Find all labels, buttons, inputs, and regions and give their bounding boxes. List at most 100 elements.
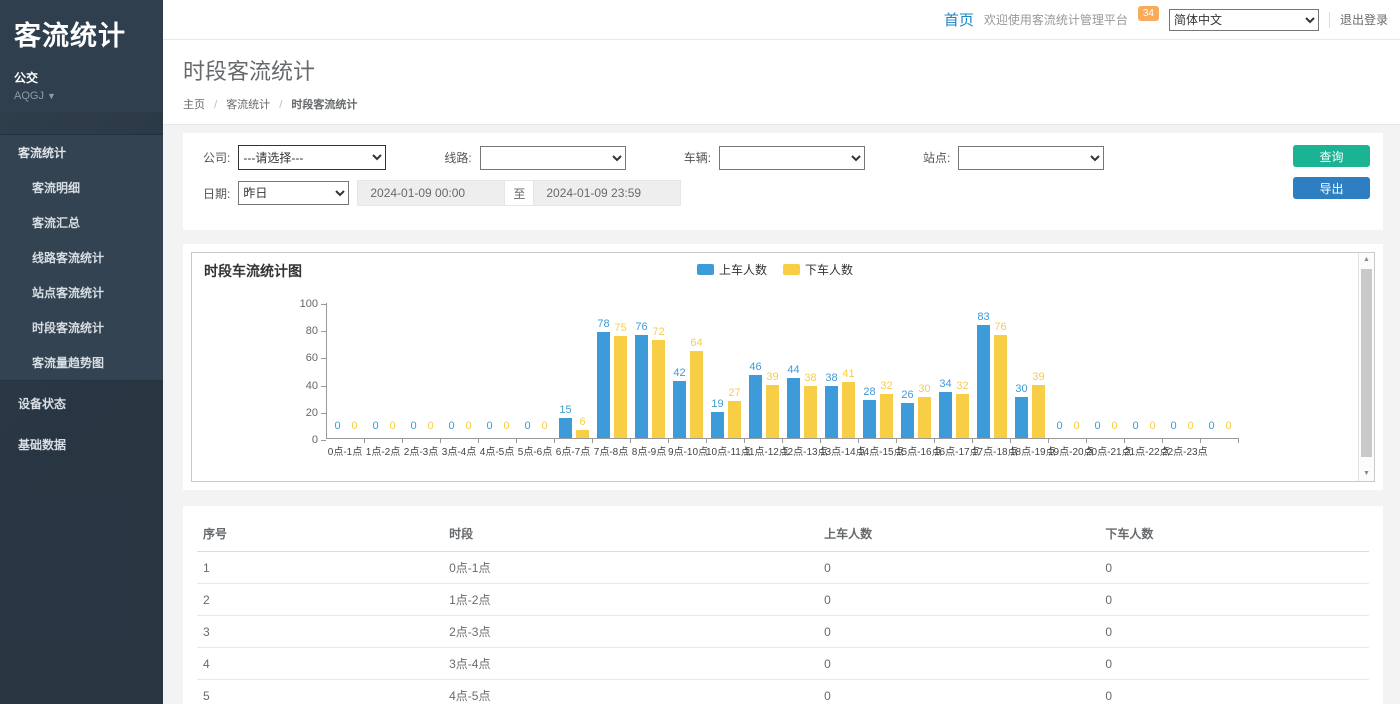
bar[interactable] <box>1015 397 1028 438</box>
bar-group: 00 <box>1049 421 1087 438</box>
home-link[interactable]: 首页 <box>944 9 974 30</box>
bar-column: 6 <box>576 417 589 438</box>
y-tick-mark <box>321 386 326 387</box>
bar-value-label: 39 <box>766 372 778 383</box>
y-tick-mark <box>321 413 326 414</box>
bar[interactable] <box>614 336 627 438</box>
scroll-down-icon[interactable]: ▼ <box>1359 467 1374 481</box>
sidebar-subitem[interactable]: 客流明细 <box>0 170 163 205</box>
bar[interactable] <box>842 382 855 438</box>
y-tick-mark <box>321 331 326 332</box>
bar[interactable] <box>597 332 610 438</box>
sidebar-subitem[interactable]: 时段客流统计 <box>0 310 163 345</box>
bar-column: 0 <box>1167 421 1180 438</box>
bar[interactable] <box>956 394 969 438</box>
station-select[interactable] <box>958 146 1104 170</box>
bar-value-label: 78 <box>597 319 609 330</box>
bar[interactable] <box>901 403 914 438</box>
bar[interactable] <box>652 340 665 438</box>
sidebar-subitem[interactable]: 客流汇总 <box>0 205 163 240</box>
sidebar-subitem[interactable]: 客流量趋势图 <box>0 345 163 380</box>
bar-column: 0 <box>483 421 496 438</box>
breadcrumb: 主页 / 客流统计 / 时段客流统计 <box>183 96 1400 112</box>
bar[interactable] <box>1032 385 1045 438</box>
line-select[interactable] <box>480 146 626 170</box>
date-start-input[interactable] <box>357 180 505 206</box>
table-row[interactable]: 21点-2点00 <box>197 584 1369 616</box>
breadcrumb-section[interactable]: 客流统计 <box>226 99 270 111</box>
bar-value-label: 72 <box>652 327 664 338</box>
language-select[interactable]: 简体中文 <box>1169 9 1319 31</box>
bar[interactable] <box>559 418 572 438</box>
bar[interactable] <box>711 412 724 438</box>
notification-badge[interactable]: 34 <box>1138 6 1159 21</box>
sidebar-section-item[interactable]: 基础数据 <box>0 426 163 463</box>
bar[interactable] <box>977 325 990 438</box>
company-select[interactable]: ---请选择--- <box>238 145 386 170</box>
table-cell: 0 <box>1099 680 1369 704</box>
logout-link[interactable]: 退出登录 <box>1340 11 1388 28</box>
bar-column: 0 <box>538 421 551 438</box>
chart-title: 时段车流统计图 <box>204 261 302 281</box>
page-heading: 时段客流统计 主页 / 客流统计 / 时段客流统计 <box>163 40 1400 125</box>
app-logo: 客流统计 <box>14 14 149 53</box>
bar-value-label: 0 <box>1073 421 1079 432</box>
bar-group: 00 <box>441 421 479 438</box>
bar[interactable] <box>863 400 876 438</box>
table-row[interactable]: 43点-4点00 <box>197 648 1369 680</box>
bar-value-label: 41 <box>842 369 854 380</box>
chart-scrollbar[interactable]: ▲ ▼ <box>1358 253 1374 481</box>
bar[interactable] <box>787 378 800 438</box>
bar-column: 26 <box>901 390 914 438</box>
scroll-up-icon[interactable]: ▲ <box>1359 253 1374 267</box>
table-cell: 0 <box>1099 552 1369 584</box>
bar[interactable] <box>635 335 648 438</box>
line-filter: 线路: <box>444 146 625 170</box>
bar-column: 0 <box>348 421 361 438</box>
bar-value-label: 0 <box>1170 421 1176 432</box>
x-tick-label: 7点-8点 <box>592 439 630 459</box>
sidebar-section-item[interactable]: 设备状态 <box>0 385 163 422</box>
line-label: 线路: <box>444 149 471 166</box>
scrollbar-thumb[interactable] <box>1361 269 1372 457</box>
x-tick-label: 0点-1点 <box>326 439 364 459</box>
bar-value-label: 0 <box>427 421 433 432</box>
bar-column: 0 <box>1053 421 1066 438</box>
topbar-divider <box>1329 12 1330 28</box>
y-tick-mark <box>321 358 326 359</box>
nav-group-passenger-stats: 客流统计 客流明细客流汇总线路客流统计站点客流统计时段客流统计客流量趋势图 <box>0 134 163 381</box>
bar[interactable] <box>766 385 779 438</box>
breadcrumb-separator: / <box>214 99 217 111</box>
table-row[interactable]: 32点-3点00 <box>197 616 1369 648</box>
bar[interactable] <box>690 351 703 438</box>
sidebar-item-passenger-stats[interactable]: 客流统计 <box>0 135 163 170</box>
bar[interactable] <box>749 375 762 438</box>
org-code-dropdown[interactable]: AQGJ ▼ <box>14 90 149 102</box>
table-row[interactable]: 54点-5点00 <box>197 680 1369 704</box>
bar[interactable] <box>804 386 817 438</box>
export-button[interactable]: 导出 <box>1293 177 1370 199</box>
vehicle-select[interactable] <box>719 146 865 170</box>
bar[interactable] <box>728 401 741 438</box>
bar[interactable] <box>994 335 1007 438</box>
bar[interactable] <box>939 392 952 438</box>
bar-value-label: 76 <box>635 322 647 333</box>
bar[interactable] <box>918 397 931 438</box>
y-tick-label: 60 <box>292 352 318 364</box>
query-button[interactable]: 查询 <box>1293 145 1370 167</box>
sidebar-subitem[interactable]: 线路客流统计 <box>0 240 163 275</box>
table-row[interactable]: 10点-1点00 <box>197 552 1369 584</box>
bar-group: 00 <box>1163 421 1201 438</box>
breadcrumb-home[interactable]: 主页 <box>183 99 205 111</box>
bar-value-label: 26 <box>901 390 913 401</box>
date-end-input[interactable] <box>533 180 681 206</box>
bar[interactable] <box>825 386 838 438</box>
date-preset-select[interactable]: 昨日 <box>238 181 349 205</box>
bar[interactable] <box>880 394 893 438</box>
bar-group: 156 <box>555 405 593 438</box>
bar[interactable] <box>673 381 686 438</box>
sidebar-subitem[interactable]: 站点客流统计 <box>0 275 163 310</box>
chevron-down-icon: ▼ <box>47 91 56 101</box>
bar[interactable] <box>576 430 589 438</box>
sidebar-logo-area: 客流统计 公交 AQGJ ▼ <box>0 0 163 112</box>
